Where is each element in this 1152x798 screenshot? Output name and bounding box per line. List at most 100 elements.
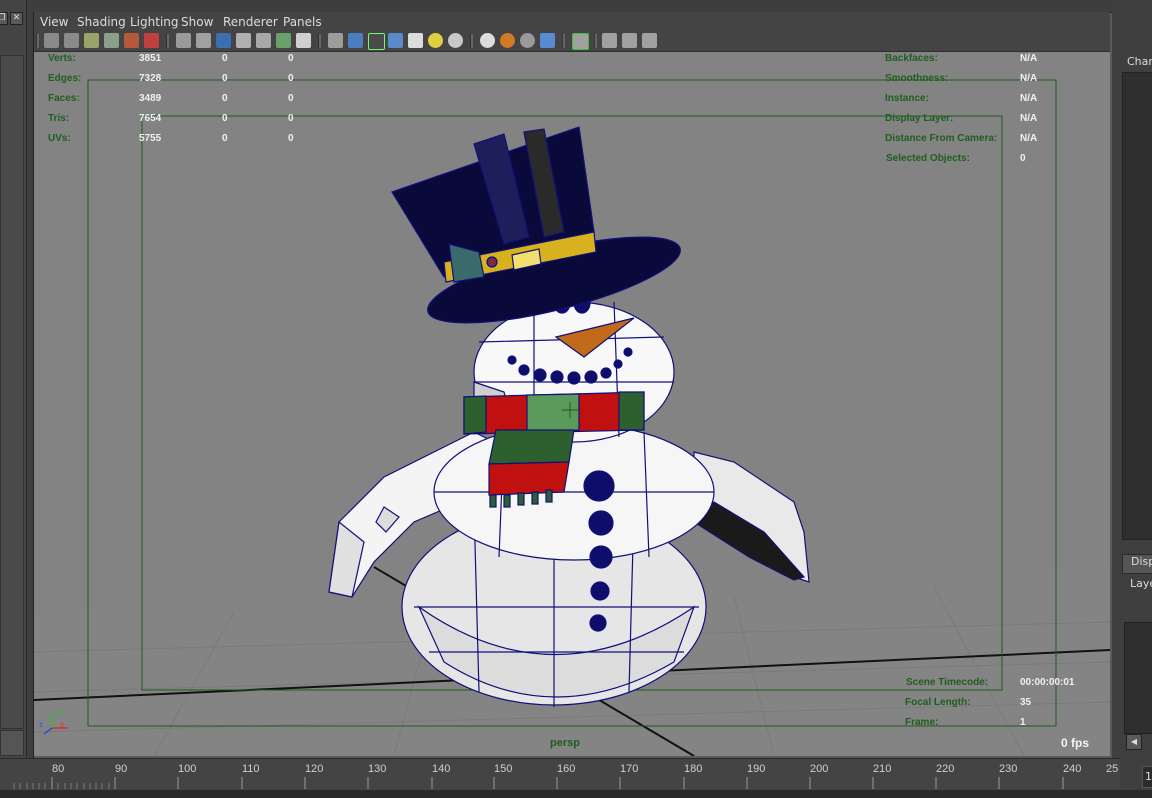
scroll-left-icon[interactable]: ◀ <box>1126 734 1142 750</box>
time-tick-label: 150 <box>494 763 513 775</box>
hud-value-tris-sel: 0 <box>222 113 228 124</box>
textured-icon[interactable] <box>388 33 403 48</box>
safe-action-icon[interactable] <box>276 33 291 48</box>
screen-space-ao-icon[interactable] <box>480 33 495 48</box>
hud-value-instance: N/A <box>1020 93 1038 104</box>
layers-menu-label[interactable]: Laye <box>1130 577 1152 590</box>
grid-icon[interactable] <box>176 33 191 48</box>
time-tick-label: 90 <box>115 763 128 775</box>
menu-panels[interactable]: Panels <box>283 15 322 29</box>
hud-value-uvs-sel: 0 <box>222 133 228 144</box>
menu-shading[interactable]: Shading <box>77 15 126 29</box>
hud-label-display-layer: Display Layer: <box>885 113 954 124</box>
current-frame-field[interactable]: 1 <box>1142 766 1152 788</box>
film-gate-icon[interactable] <box>196 33 211 48</box>
channel-box-panel[interactable] <box>1122 72 1152 540</box>
hud-value-faces-sel: 0 <box>222 93 228 104</box>
safe-title-icon[interactable] <box>296 33 311 48</box>
hud-value-distance-from-camera: N/A <box>1020 133 1038 144</box>
time-tick-label: 100 <box>178 763 197 775</box>
hud-label-faces: Faces: <box>48 93 80 104</box>
bookmark-icon[interactable] <box>84 33 99 48</box>
hud-value-selected-objects: 0 <box>1020 153 1026 164</box>
left-side-stub[interactable] <box>0 730 24 756</box>
time-tick-label: 110 <box>242 763 260 775</box>
hud-label-backfaces: Backfaces: <box>885 53 938 64</box>
smooth-shade-icon[interactable] <box>348 33 363 48</box>
hud-value-display-layer: N/A <box>1020 113 1038 124</box>
left-side-panel <box>0 55 24 729</box>
checker-icon[interactable] <box>408 33 423 48</box>
anti-aliasing-icon[interactable] <box>520 33 535 48</box>
time-tick-label: 190 <box>747 763 766 775</box>
xray-joints-icon[interactable] <box>642 33 657 48</box>
close-icon[interactable]: ✕ <box>10 12 23 25</box>
xray-active-components-icon[interactable] <box>622 33 637 48</box>
hud-value-faces: 3489 <box>139 93 162 104</box>
hud-label-focal-length: Focal Length: <box>905 697 971 708</box>
hud-value-uvs: 5755 <box>139 133 162 144</box>
hud-label-scene-timecode: Scene Timecode: <box>906 677 989 688</box>
wireframe-icon[interactable] <box>328 33 343 48</box>
shadows-icon[interactable] <box>448 33 463 48</box>
depth-of-field-icon[interactable] <box>540 33 555 48</box>
hud-value-scene-timecode: 00:00:00:01 <box>1020 677 1075 688</box>
time-slider[interactable]: 80 90 100 110 120 130 140 150 160 170 18… <box>0 758 1120 791</box>
motion-blur-icon[interactable] <box>500 33 515 48</box>
hud-label-uvs: UVs: <box>48 133 71 144</box>
panel-toolbar <box>34 32 1110 52</box>
time-tick-label: 130 <box>368 763 387 775</box>
resolution-gate-icon[interactable] <box>216 33 231 48</box>
time-tick-label: 210 <box>873 763 892 775</box>
gate-mask-icon[interactable] <box>236 33 251 48</box>
hud-value-uvs-comp: 0 <box>288 133 294 144</box>
hud-value-tris-comp: 0 <box>288 113 294 124</box>
hud-value-focal-length: 35 <box>1020 697 1032 708</box>
hud-value-faces-comp: 0 <box>288 93 294 104</box>
time-tick-label: 140 <box>432 763 451 775</box>
hud-value-frame: 1 <box>1020 717 1026 728</box>
layer-editor-panel[interactable] <box>1124 622 1152 734</box>
hud-label-verts: Verts: <box>48 53 76 64</box>
time-tick-label: 160 <box>557 763 576 775</box>
xray-icon[interactable] <box>602 33 617 48</box>
wireframe-on-shaded-icon[interactable] <box>368 33 385 50</box>
grease-pencil-icon[interactable] <box>144 33 159 48</box>
display-tab[interactable]: Disp <box>1122 554 1152 574</box>
time-tick-label: 80 <box>52 763 65 775</box>
camera-name-label: persp <box>550 737 580 749</box>
axis-label-x: x <box>60 720 65 729</box>
perspective-viewport[interactable]: Verts: 3851 0 0 Edges: 7328 0 0 Faces: 3… <box>34 52 1110 756</box>
time-tick-label: 180 <box>684 763 703 775</box>
time-tick-label: 25 <box>1106 763 1119 775</box>
time-tick-label: 200 <box>810 763 829 775</box>
restore-icon[interactable]: ❐ <box>0 12 8 25</box>
time-tick-label: 170 <box>620 763 639 775</box>
menu-renderer[interactable]: Renderer <box>223 15 278 29</box>
camera-attributes-icon[interactable] <box>64 33 79 48</box>
hud-value-verts-sel: 0 <box>222 53 228 64</box>
hud-label-frame: Frame: <box>905 717 939 728</box>
menu-view[interactable]: View <box>40 15 68 29</box>
hud-label-selected-objects: Selected Objects: <box>886 153 970 164</box>
menu-show[interactable]: Show <box>181 15 213 29</box>
two-d-pan-icon[interactable] <box>124 33 139 48</box>
select-camera-icon[interactable] <box>44 33 59 48</box>
time-tick-label: 220 <box>936 763 955 775</box>
axis-label-z: z <box>39 720 43 729</box>
isolate-select-icon[interactable] <box>572 33 589 50</box>
field-chart-icon[interactable] <box>256 33 271 48</box>
fps-counter: 0 fps <box>1061 736 1090 750</box>
hud-label-instance: Instance: <box>885 93 929 104</box>
hud-value-tris: 7654 <box>139 113 162 124</box>
hud-label-tris: Tris: <box>48 113 70 124</box>
image-plane-icon[interactable] <box>104 33 119 48</box>
hud-label-smoothness: Smoothness: <box>885 73 949 84</box>
menu-lighting[interactable]: Lighting <box>130 15 179 29</box>
hud-label-edges: Edges: <box>48 73 82 84</box>
use-all-lights-icon[interactable] <box>428 33 443 48</box>
hud-value-smoothness: N/A <box>1020 73 1038 84</box>
current-frame-value: 1 <box>1145 770 1152 783</box>
hud-value-verts-comp: 0 <box>288 53 294 64</box>
hud-value-edges-sel: 0 <box>222 73 228 84</box>
